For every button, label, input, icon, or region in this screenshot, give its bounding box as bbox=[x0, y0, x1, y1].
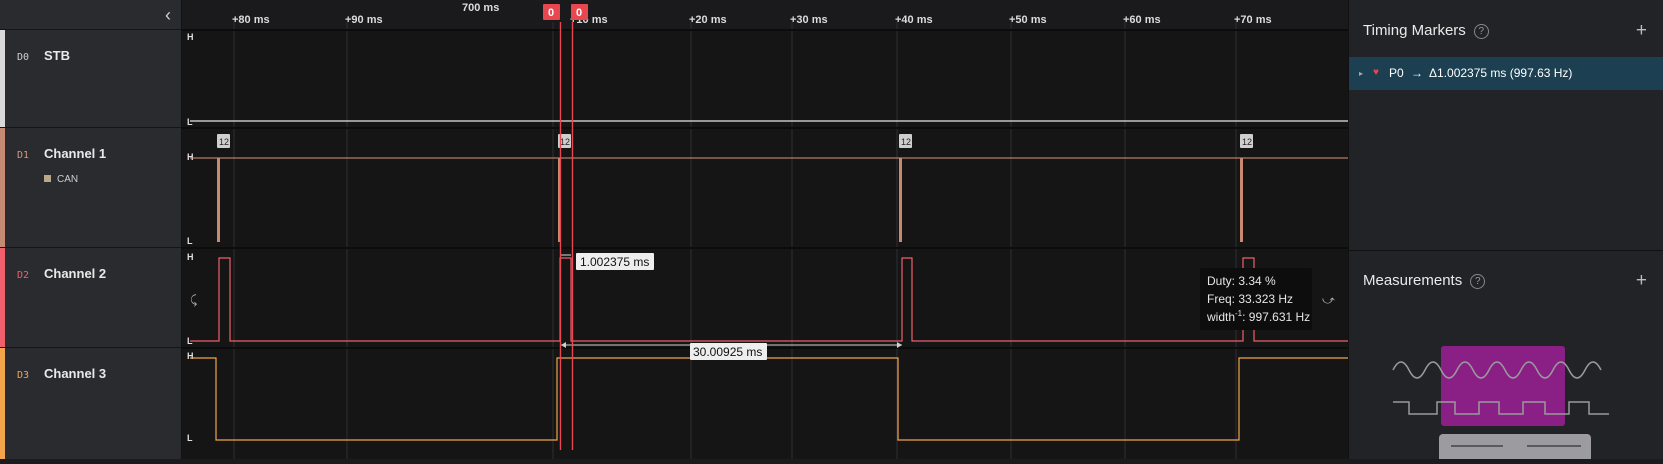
tooltip-width: width-1: 997.631 Hz bbox=[1206, 309, 1310, 324]
channel-tag: D1 bbox=[17, 150, 30, 161]
channel-name[interactable]: Channel 3 bbox=[44, 366, 106, 381]
level-low-label: L bbox=[187, 117, 193, 127]
level-high-label: H bbox=[187, 252, 194, 262]
row-bg-d0 bbox=[182, 30, 1348, 128]
right-sidebar: Timing Markers? + ▸ ♥ P0 → Δ1.002375 ms … bbox=[1348, 0, 1663, 459]
help-icon[interactable]: ? bbox=[1470, 274, 1486, 289]
channel-row-d1[interactable]: D1 Channel 1 CAN bbox=[0, 128, 181, 248]
timing-marker-row[interactable]: ▸ ♥ P0 → Δ1.002375 ms (997.63 Hz) bbox=[1349, 57, 1663, 90]
tick-label: +20 ms bbox=[689, 14, 727, 26]
channel-tag: D0 bbox=[17, 52, 30, 63]
channel-color-bar bbox=[0, 248, 5, 347]
level-high-label: H bbox=[187, 32, 194, 42]
add-marker-button[interactable]: + bbox=[1636, 20, 1647, 42]
analyzer-name: CAN bbox=[57, 174, 79, 185]
level-low-label: L bbox=[187, 433, 193, 443]
channel-list-panel: ‹ D0 STB D1 Channel 1 CAN D2 Channel 2 D… bbox=[0, 0, 182, 459]
row-bg-d1 bbox=[182, 128, 1348, 248]
level-low-label: L bbox=[187, 236, 193, 246]
rising-edge-trigger-icon[interactable]: ⤻ bbox=[1322, 293, 1335, 307]
svg-text:12: 12 bbox=[1242, 137, 1252, 147]
width-measure-label: 1.002375 ms bbox=[580, 255, 649, 269]
tick-label: +60 ms bbox=[1123, 14, 1161, 26]
waveform-canvas[interactable]: +80 ms +90 ms 700 ms +10 ms +20 ms +30 m… bbox=[182, 0, 1348, 459]
collapse-chevron-icon[interactable]: ‹ bbox=[165, 5, 171, 26]
row-bg-d3 bbox=[182, 348, 1348, 459]
waveform-plot[interactable]: +80 ms +90 ms 700 ms +10 ms +20 ms +30 m… bbox=[182, 0, 1348, 459]
expand-caret-icon[interactable]: ▸ bbox=[1359, 69, 1363, 78]
channel-list-header: ‹ bbox=[0, 0, 181, 30]
marker-flag[interactable]: 0 bbox=[571, 4, 588, 20]
tick-label: +70 ms bbox=[1234, 14, 1272, 26]
section-divider bbox=[1349, 250, 1663, 251]
channel-tag: D3 bbox=[17, 370, 30, 381]
marker-heart-icon: ♥ bbox=[1373, 67, 1379, 78]
level-high-label: H bbox=[187, 351, 194, 361]
period-measure-label: 30.00925 ms bbox=[693, 345, 762, 359]
row-bg-d2 bbox=[182, 248, 1348, 348]
tooltip-freq: Freq: 33.323 Hz bbox=[1207, 292, 1293, 306]
channel-color-bar bbox=[0, 30, 5, 127]
tick-label: 700 ms bbox=[462, 2, 499, 14]
analyzer-color-swatch bbox=[44, 175, 51, 182]
channel-name[interactable]: Channel 1 bbox=[44, 146, 106, 161]
channel-color-bar bbox=[0, 128, 5, 247]
channel-row-d3[interactable]: D3 Channel 3 bbox=[0, 348, 181, 459]
add-measurement-button[interactable]: + bbox=[1636, 270, 1647, 292]
help-icon[interactable]: ? bbox=[1473, 24, 1489, 39]
analyzer-label[interactable]: CAN bbox=[44, 174, 78, 185]
channel-name[interactable]: STB bbox=[44, 48, 70, 63]
arrow-icon: → bbox=[1411, 66, 1423, 80]
measurement-tooltip: Duty: 3.34 % Freq: 33.323 Hz width-1: 99… bbox=[1200, 268, 1312, 330]
channel-row-d0[interactable]: D0 STB bbox=[0, 30, 181, 128]
channel-row-d2[interactable]: D2 Channel 2 bbox=[0, 248, 181, 348]
can-badge[interactable]: 12 bbox=[899, 134, 912, 148]
level-high-label: H bbox=[187, 152, 194, 162]
falling-edge-trigger-icon[interactable]: ⤹ bbox=[189, 293, 197, 307]
tooltip-duty: Duty: 3.34 % bbox=[1207, 274, 1276, 288]
measurements-title: Measurements? bbox=[1363, 272, 1486, 289]
channel-tag: D2 bbox=[17, 270, 30, 281]
svg-text:12: 12 bbox=[219, 137, 229, 147]
svg-text:12: 12 bbox=[560, 137, 570, 147]
timing-markers-title: Timing Markers? bbox=[1363, 22, 1489, 39]
tick-label: +80 ms bbox=[232, 14, 270, 26]
marker-name: P0 bbox=[1389, 66, 1404, 80]
channel-name[interactable]: Channel 2 bbox=[44, 266, 106, 281]
measurement-illustration bbox=[1392, 346, 1609, 459]
tick-label: +40 ms bbox=[895, 14, 933, 26]
tick-label: +50 ms bbox=[1009, 14, 1047, 26]
tick-label: +30 ms bbox=[790, 14, 828, 26]
marker-delta-value: Δ1.002375 ms (997.63 Hz) bbox=[1429, 66, 1573, 80]
can-badge[interactable]: 12 bbox=[217, 134, 230, 148]
svg-text:0: 0 bbox=[548, 7, 554, 19]
channel-color-bar bbox=[0, 348, 5, 459]
marker-flag[interactable]: 0 bbox=[543, 4, 560, 20]
svg-text:12: 12 bbox=[901, 137, 911, 147]
can-badge[interactable]: 12 bbox=[1240, 134, 1253, 148]
svg-text:0: 0 bbox=[576, 7, 582, 19]
tick-label: +90 ms bbox=[345, 14, 383, 26]
